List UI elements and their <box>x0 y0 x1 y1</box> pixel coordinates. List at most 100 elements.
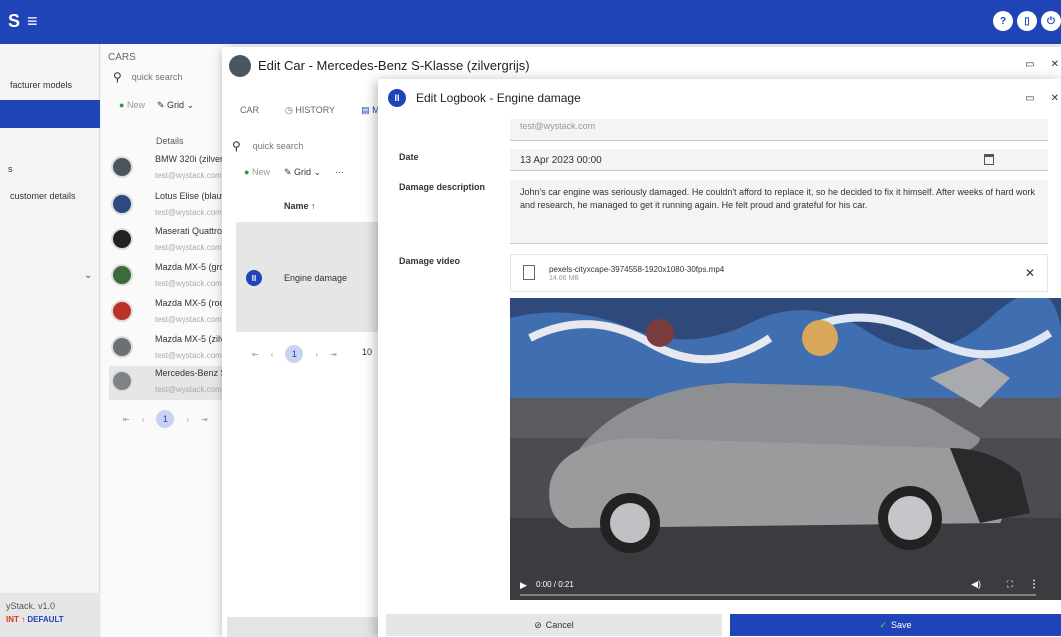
pagination: ⇤ ‹ 1 › ⇥ <box>123 410 208 428</box>
volume-icon[interactable]: ◀) <box>971 579 981 590</box>
grid-button[interactable]: ✎ Grid ⌄ <box>284 167 321 178</box>
table-row[interactable]: II Engine damage <box>236 222 381 332</box>
add-icon: ● <box>244 167 250 177</box>
email-field[interactable]: test@wystack.com <box>510 119 1048 141</box>
car-name: BMW 320i (zilver <box>155 154 224 164</box>
video-label: Damage video <box>399 256 461 266</box>
last-page-icon[interactable]: ⇥ <box>330 350 337 359</box>
dialog-header: II Edit Logbook - Engine damage ▭ ✕ <box>378 79 1061 117</box>
next-page-icon[interactable]: › <box>186 415 189 424</box>
list-item[interactable]: Maserati Quattrop test@wystack.com <box>109 224 231 258</box>
version-label: yStack. v1.0 <box>6 601 56 611</box>
file-icon <box>523 265 535 280</box>
cars-panel: CARS ⚲ ● New ✎ Grid ⌄ Details BMW 320i (… <box>101 44 231 637</box>
car-email: test@wystack.com <box>155 171 222 180</box>
sidebar-item-customer-details[interactable]: customer details <box>0 191 100 201</box>
grid-label: Grid <box>294 167 312 177</box>
sidebar-footer: yStack. v1.0 INT ↑ DEFAULT <box>0 593 100 637</box>
power-icon[interactable]: ⏻ <box>1041 11 1061 31</box>
search-input[interactable] <box>252 141 333 151</box>
car-email: test@wystack.com <box>155 315 222 324</box>
sidebar-item-active[interactable] <box>0 100 100 128</box>
play-icon[interactable]: ▶ <box>520 580 527 591</box>
dialog-footer <box>227 617 382 637</box>
car-email: test@wystack.com <box>155 279 222 288</box>
cancel-label: Cancel <box>545 620 574 630</box>
list-item[interactable]: Mazda MX-5 (zilv test@wystack.com <box>109 332 231 366</box>
video-progress-bar[interactable] <box>520 594 1036 596</box>
video-frame <box>510 298 1061 600</box>
new-button[interactable]: ● New <box>119 100 145 111</box>
save-label: Save <box>891 620 912 630</box>
car-email: test@wystack.com <box>155 243 222 252</box>
pagination: ⇤ ‹ 1 › ⇥ <box>252 345 337 363</box>
page-size-select[interactable]: 10 <box>362 347 372 357</box>
grid-button[interactable]: ✎ Grid ⌄ <box>157 100 194 111</box>
edit-logbook-dialog: II Edit Logbook - Engine damage ▭ ✕ test… <box>378 79 1061 637</box>
window-controls: ▭ ✕ <box>1025 93 1059 104</box>
wrench-icon: ✎ <box>283 167 292 177</box>
video-player[interactable]: ▶ 0:00 / 0:21 ◀) ⛶ ⋮ <box>510 298 1061 600</box>
car-thumbnail <box>111 228 133 250</box>
tab-car[interactable]: CAR <box>240 105 259 116</box>
tab-history[interactable]: ◷ HISTORY <box>285 105 335 116</box>
page-number[interactable]: 1 <box>285 345 304 363</box>
car-name: Mazda MX-5 (zilv <box>155 334 225 344</box>
first-page-icon[interactable]: ⇤ <box>123 415 130 424</box>
description-field[interactable]: John's car engine was seriously damaged.… <box>510 180 1048 244</box>
calendar-icon[interactable] <box>984 154 994 165</box>
list-item[interactable]: Mazda MX-5 (roo test@wystack.com <box>109 296 231 330</box>
search-icon: ⚲ <box>113 70 122 84</box>
description-value: John's car engine was seriously damaged.… <box>520 187 1036 210</box>
page-number[interactable]: 1 <box>156 410 175 428</box>
environment-label: INT ↑ DEFAULT <box>6 615 94 624</box>
car-thumbnail <box>111 264 133 286</box>
grid-label: Grid <box>167 100 185 110</box>
sidebar-item-s[interactable]: s <box>0 164 100 174</box>
car-email: test@wystack.com <box>155 385 222 394</box>
wrench-icon: ✎ <box>156 100 165 110</box>
cars-search: ⚲ <box>113 70 212 84</box>
car-thumbnail <box>111 336 133 358</box>
hamburger-icon[interactable]: ≡ <box>27 11 38 32</box>
chevron-down-icon[interactable]: ⌄ <box>84 270 92 281</box>
video-time: 0:00 / 0:21 <box>536 580 574 589</box>
new-button[interactable]: ● New <box>244 167 270 178</box>
maximize-icon[interactable]: ▭ <box>1025 93 1034 104</box>
dialog-title: Edit Logbook - Engine damage <box>416 91 581 105</box>
car-thumbnail <box>111 193 133 215</box>
search-input[interactable] <box>131 72 212 82</box>
date-field[interactable]: 13 Apr 2023 00:00 <box>510 149 1048 171</box>
car-name: Mazda MX-5 (gro <box>155 262 225 272</box>
list-item[interactable]: BMW 320i (zilver test@wystack.com <box>109 152 231 186</box>
save-button[interactable]: ✓ Save <box>730 614 1061 636</box>
help-icon[interactable]: ? <box>993 11 1013 31</box>
fullscreen-icon[interactable]: ⛶ <box>1007 579 1013 590</box>
more-options-icon[interactable]: ⋮ <box>1029 579 1039 590</box>
panel-title: CARS <box>108 52 136 63</box>
previous-page-icon[interactable]: ‹ <box>142 415 145 424</box>
last-page-icon[interactable]: ⇥ <box>201 415 208 424</box>
video-controls: ▶ 0:00 / 0:21 ◀) ⛶ ⋮ <box>510 572 1061 600</box>
first-page-icon[interactable]: ⇤ <box>252 350 259 359</box>
sidebar: facturer models s customer details ⌄ ySt… <box>0 44 100 637</box>
close-icon[interactable]: ✕ <box>1051 93 1059 104</box>
new-label: New <box>251 167 270 177</box>
list-item[interactable]: Mazda MX-5 (gro test@wystack.com <box>109 260 231 294</box>
next-page-icon[interactable]: › <box>315 350 318 359</box>
car-thumbnail <box>111 300 133 322</box>
date-value: 13 Apr 2023 00:00 <box>520 155 602 166</box>
remove-file-icon[interactable]: ✕ <box>1025 266 1035 280</box>
more-button[interactable]: ··· <box>335 167 344 178</box>
video-file-attachment: pexels-cityxcape-3974558-1920x1080-30fps… <box>510 254 1048 292</box>
list-item-selected[interactable]: Mercedes-Benz S test@wystack.com <box>109 366 231 400</box>
list-item[interactable]: Lotus Elise (blauw test@wystack.com <box>109 189 231 223</box>
add-icon: ● <box>119 100 125 110</box>
car-email: test@wystack.com <box>155 208 222 217</box>
tablet-icon[interactable]: ▯ <box>1017 11 1037 31</box>
previous-page-icon[interactable]: ‹ <box>271 350 274 359</box>
maximize-icon[interactable]: ▭ <box>1025 59 1034 70</box>
cancel-button[interactable]: ⊘ Cancel <box>386 614 722 636</box>
sidebar-item-manufacturer-models[interactable]: facturer models <box>0 80 100 90</box>
close-icon[interactable]: ✕ <box>1051 59 1059 70</box>
